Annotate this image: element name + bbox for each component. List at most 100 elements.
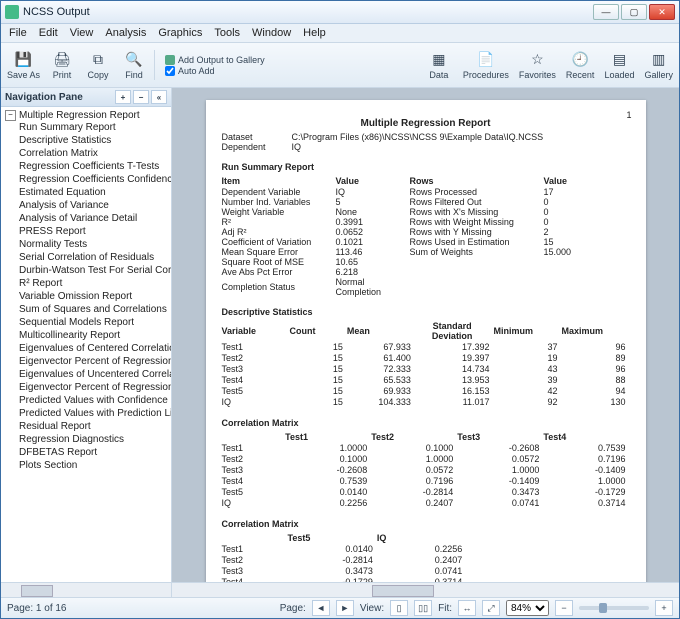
tree-root[interactable]: − Multiple Regression Report [5,110,171,121]
corr1-title: Correlation Matrix [222,418,630,428]
tree-item[interactable]: Descriptive Statistics [19,134,171,147]
zoom-select[interactable]: 84% [506,600,549,616]
nav-collapse-button[interactable]: − [133,90,149,104]
scrollbar-thumb[interactable] [372,585,434,597]
tree-item[interactable]: PRESS Report [19,225,171,238]
tree-item[interactable]: Serial Correlation of Residuals [19,251,171,264]
find-button[interactable]: 🔍Find [120,51,148,80]
loaded-button[interactable]: ▤Loaded [604,51,634,80]
app-icon [5,5,19,19]
menu-tools[interactable]: Tools [214,27,240,39]
tree-item[interactable]: Regression Diagnostics [19,433,171,446]
zoom-slider[interactable] [579,606,649,610]
view-double-button[interactable]: ▯▯ [414,600,432,616]
document-area: 1 Multiple Regression Report DatasetC:\P… [172,88,679,597]
view-single-button[interactable]: ▯ [390,600,408,616]
tree-item[interactable]: Correlation Matrix [19,147,171,160]
copy-icon: ⧉ [89,51,107,69]
tree-item[interactable]: Plots Section [19,459,171,472]
tree-item[interactable]: Normality Tests [19,238,171,251]
menu-window[interactable]: Window [252,27,291,39]
favorites-button[interactable]: ☆Favorites [519,51,556,80]
nav-hide-button[interactable]: « [151,90,167,104]
nav-header: Navigation Pane + − « [1,88,171,107]
table-row: Number Ind. Variables5Rows Filtered Out0 [222,197,630,207]
add-output-gallery-button[interactable]: Add Output to Gallery [165,55,265,65]
menu-file[interactable]: File [9,27,27,39]
nav-expand-button[interactable]: + [115,90,131,104]
tree-item[interactable]: Eigenvector Percent of Regression-Coeffi… [19,355,171,368]
save-as-button[interactable]: 💾Save As [7,51,40,80]
tree-item[interactable]: DFBETAS Report [19,446,171,459]
auto-add-check[interactable] [165,66,175,76]
menu-edit[interactable]: Edit [39,27,58,39]
report-page: 1 Multiple Regression Report DatasetC:\P… [206,100,646,582]
table-row: Test30.34730.0741 [222,566,467,577]
table-row: Ave Abs Pct Error6.218 [222,267,630,277]
report-title: Multiple Regression Report [222,118,630,129]
tree-item[interactable]: Analysis of Variance Detail [19,212,171,225]
tree-item[interactable]: Regression Coefficients Confidence Inter… [19,173,171,186]
minimize-button[interactable]: — [593,4,619,20]
zoom-thumb[interactable] [599,603,607,613]
menu-graphics[interactable]: Graphics [158,27,202,39]
tree-item[interactable]: Residual Report [19,420,171,433]
tree-item[interactable]: Sequential Models Report [19,316,171,329]
table-row: Test31572.33314.7344396 [222,364,630,375]
table-row: Coefficient of Variation0.1021Rows Used … [222,237,630,247]
page-prev-button[interactable]: ◄ [312,600,330,616]
nav-tree[interactable]: − Multiple Regression Report Run Summary… [1,107,171,582]
tree-item[interactable]: Predicted Values with Confidence Limits … [19,394,171,407]
document-viewport[interactable]: 1 Multiple Regression Report DatasetC:\P… [172,88,679,582]
zoom-in-button[interactable]: + [655,600,673,616]
body-area: Navigation Pane + − « − Multiple Regress… [1,88,679,597]
fit-width-button[interactable]: ↔ [458,600,476,616]
recent-button[interactable]: 🕘Recent [566,51,595,80]
table-row: IQ15104.33311.01792130 [222,397,630,408]
page-number: 1 [626,110,631,120]
menu-help[interactable]: Help [303,27,326,39]
scrollbar-thumb[interactable] [21,585,53,597]
tree-item[interactable]: Multicollinearity Report [19,329,171,342]
meta-dependent-key: Dependent [222,142,292,152]
table-row: Test10.01400.2256 [222,544,467,555]
copy-button[interactable]: ⧉Copy [84,51,112,80]
menu-view[interactable]: View [70,27,94,39]
gallery-button[interactable]: ▥Gallery [644,51,673,80]
close-button[interactable]: ✕ [649,4,675,20]
tree-item[interactable]: Predicted Values with Prediction Limits … [19,407,171,420]
print-icon: 🖨 [53,51,71,69]
app-window: NCSS Output — ▢ ✕ File Edit View Analysi… [0,0,680,619]
corr-matrix-2: Test5IQ Test10.01400.2256Test2-0.28140.2… [222,533,467,582]
tree-item[interactable]: Analysis of Variance [19,199,171,212]
meta-dataset-key: Dataset [222,132,292,142]
tree-item[interactable]: Eigenvalues of Centered Correlations [19,342,171,355]
tree-item[interactable]: Estimated Equation [19,186,171,199]
page-next-button[interactable]: ► [336,600,354,616]
tree-item[interactable]: Variable Omission Report [19,290,171,303]
procedures-button[interactable]: 📄Procedures [463,51,509,80]
desc-stats-title: Descriptive Statistics [222,307,630,317]
table-row: Test11567.93317.3923796 [222,342,630,353]
tree-item[interactable]: Sum of Squares and Correlations [19,303,171,316]
run-summary-title: Run Summary Report [222,162,630,172]
tree-collapse-icon[interactable]: − [5,110,16,121]
auto-add-checkbox[interactable]: Auto Add [165,66,265,76]
page-label: Page: [280,603,306,614]
tree-item[interactable]: Durbin-Watson Test For Serial Correlatio… [19,264,171,277]
tree-item[interactable]: Eigenvector Percent of Regression-Coeffi… [19,381,171,394]
table-row: Test3-0.26080.05721.0000-0.1409 [222,465,630,476]
tree-item[interactable]: Regression Coefficients T-Tests [19,160,171,173]
data-button[interactable]: ▦Data [425,51,453,80]
fit-page-button[interactable]: ⤢ [482,600,500,616]
tree-item[interactable]: Eigenvalues of Uncentered Correlations [19,368,171,381]
tree-item[interactable]: R² Report [19,277,171,290]
tree-item[interactable]: Run Summary Report [19,121,171,134]
table-row: Test50.0140-0.28140.3473-0.1729 [222,487,630,498]
doc-hscrollbar[interactable] [172,582,679,597]
menu-analysis[interactable]: Analysis [105,27,146,39]
maximize-button[interactable]: ▢ [621,4,647,20]
zoom-out-button[interactable]: − [555,600,573,616]
print-button[interactable]: 🖨Print [48,51,76,80]
nav-hscrollbar[interactable] [1,582,171,597]
